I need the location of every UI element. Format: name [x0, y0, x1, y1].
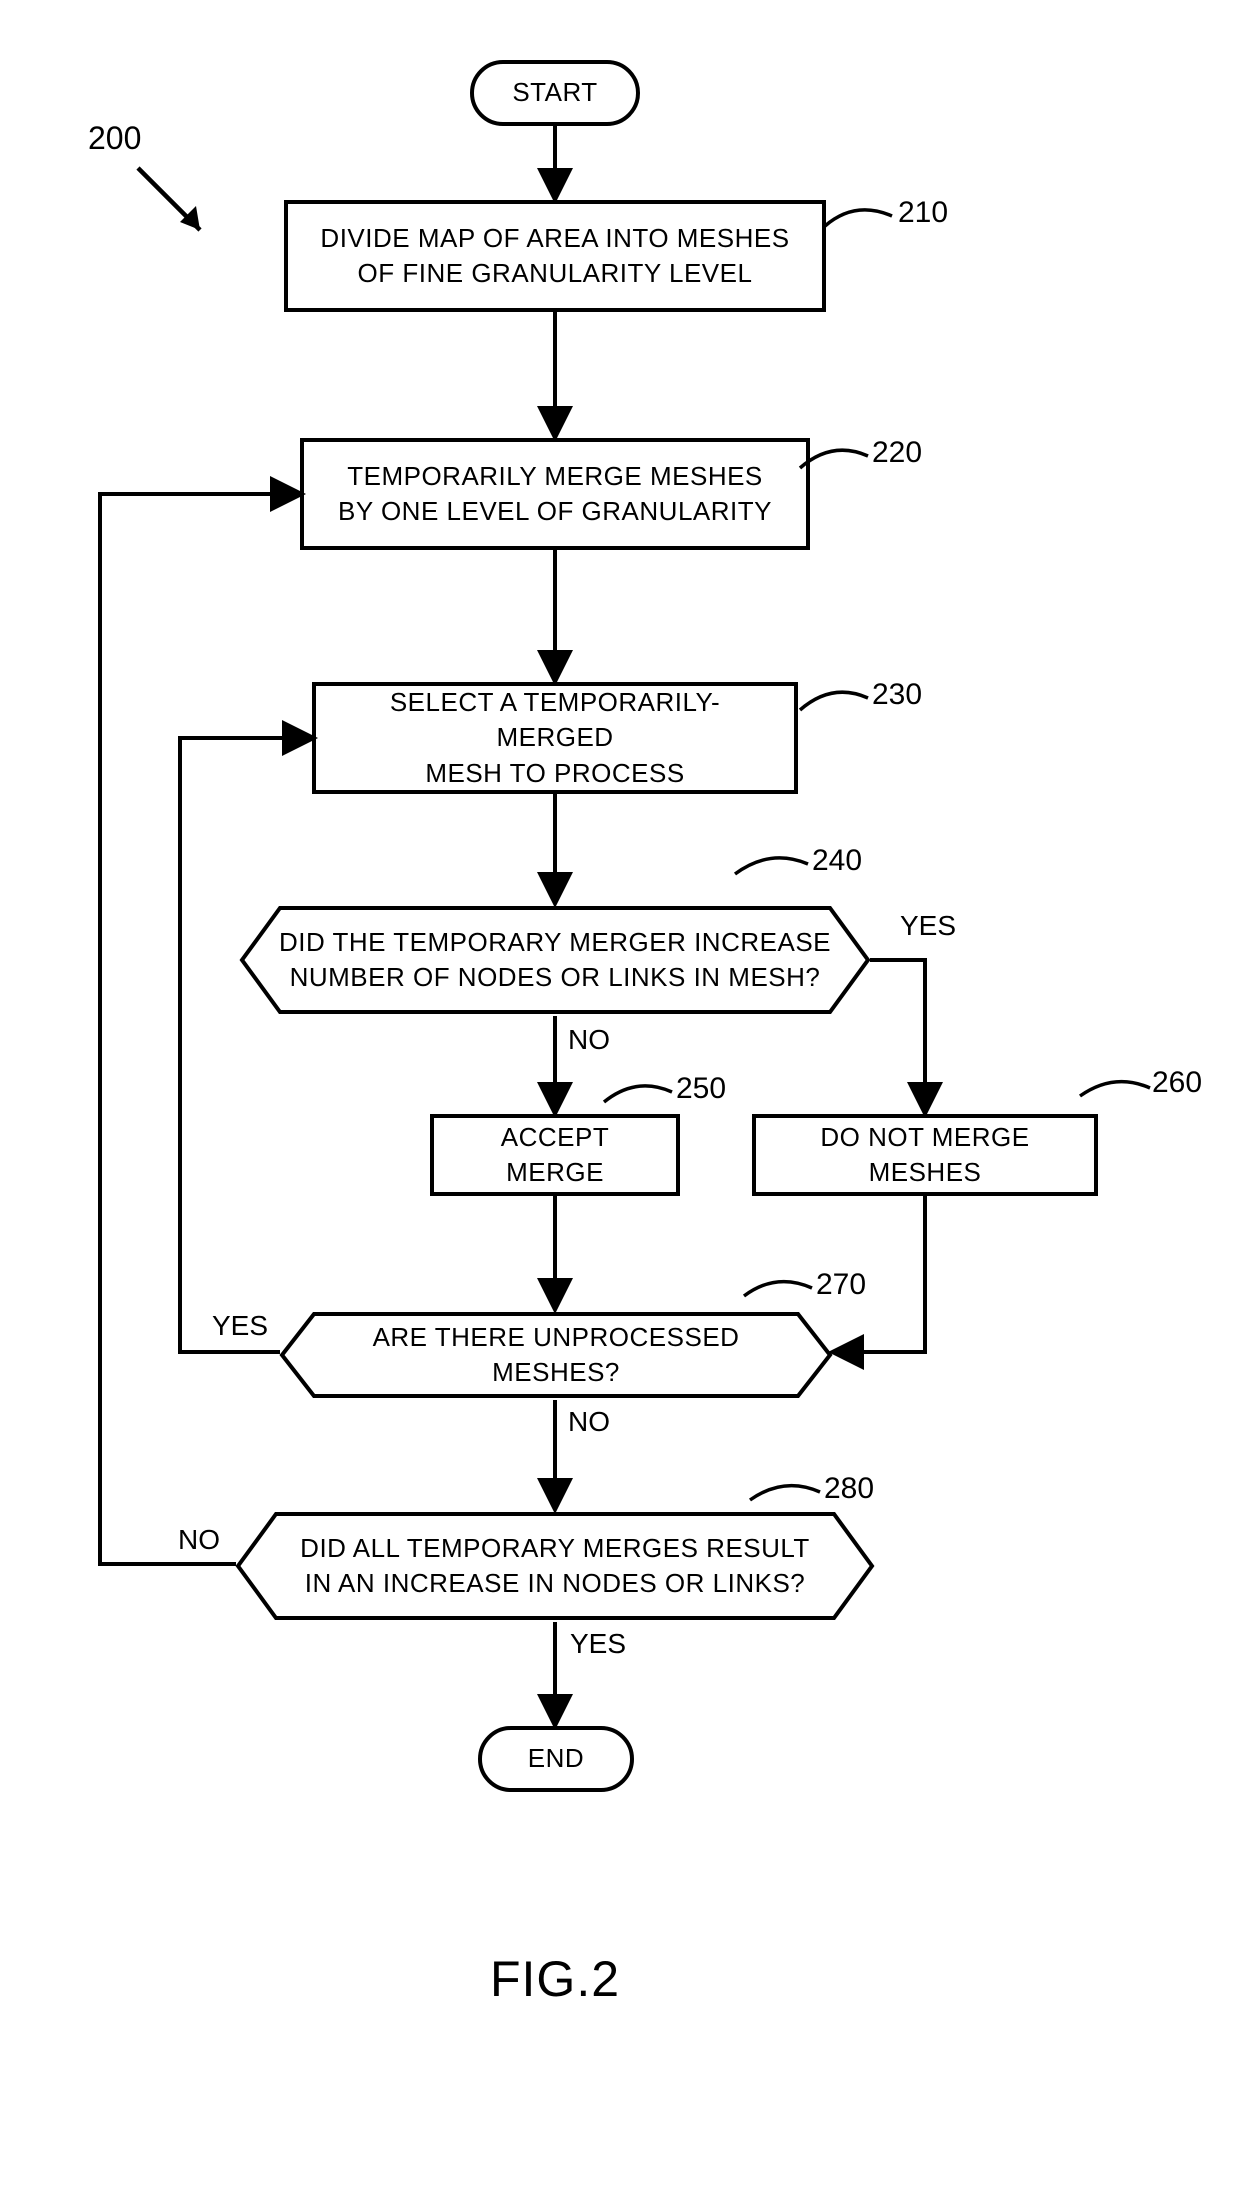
edge-280-no: NO: [178, 1524, 220, 1556]
edge-240-yes: YES: [900, 910, 956, 942]
ref-220: 220: [872, 436, 922, 470]
decision-280: DID ALL TEMPORARY MERGES RESULT IN AN IN…: [234, 1510, 876, 1622]
step-260: DO NOT MERGE MESHES: [752, 1114, 1098, 1196]
start-label: START: [512, 75, 597, 110]
start-node: START: [470, 60, 640, 126]
ref-210: 210: [898, 196, 948, 230]
step-210-label: DIVIDE MAP OF AREA INTO MESHES OF FINE G…: [320, 221, 789, 291]
edge-280-yes: YES: [570, 1628, 626, 1660]
decision-270-label: ARE THERE UNPROCESSED MESHES?: [308, 1320, 804, 1390]
ref-230: 230: [872, 678, 922, 712]
end-node: END: [478, 1726, 634, 1792]
ref-270: 270: [816, 1268, 866, 1302]
flow-arrows: [0, 0, 1240, 2198]
end-label: END: [528, 1741, 584, 1776]
step-250: ACCEPT MERGE: [430, 1114, 680, 1196]
decision-270: ARE THERE UNPROCESSED MESHES?: [278, 1310, 834, 1400]
ref-260: 260: [1152, 1066, 1202, 1100]
ref-280: 280: [824, 1472, 874, 1506]
edge-270-yes: YES: [212, 1310, 268, 1342]
ref-240: 240: [812, 844, 862, 878]
step-220: TEMPORARILY MERGE MESHES BY ONE LEVEL OF…: [300, 438, 810, 550]
edge-240-no: NO: [568, 1024, 610, 1056]
ref-250: 250: [676, 1072, 726, 1106]
decision-280-label: DID ALL TEMPORARY MERGES RESULT IN AN IN…: [300, 1531, 810, 1601]
step-230-label: SELECT A TEMPORARILY-MERGED MESH TO PROC…: [342, 685, 768, 790]
step-230: SELECT A TEMPORARILY-MERGED MESH TO PROC…: [312, 682, 798, 794]
step-260-label: DO NOT MERGE MESHES: [782, 1120, 1068, 1190]
flowchart-ref-label: 200: [88, 120, 141, 157]
figure-label: FIG.2: [490, 1950, 620, 2008]
step-210: DIVIDE MAP OF AREA INTO MESHES OF FINE G…: [284, 200, 826, 312]
step-250-label: ACCEPT MERGE: [460, 1120, 650, 1190]
edge-270-no: NO: [568, 1406, 610, 1438]
decision-240-label: DID THE TEMPORARY MERGER INCREASE NUMBER…: [279, 925, 831, 995]
step-220-label: TEMPORARILY MERGE MESHES BY ONE LEVEL OF…: [338, 459, 772, 529]
decision-240: DID THE TEMPORARY MERGER INCREASE NUMBER…: [238, 904, 872, 1016]
